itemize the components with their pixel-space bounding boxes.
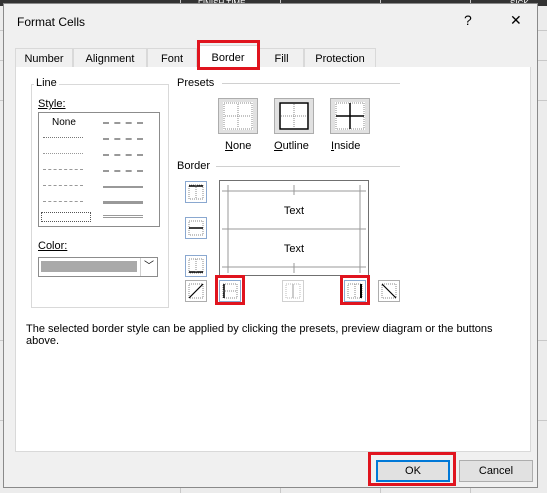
border-top-icon [188, 184, 204, 200]
border-diagonal-down-button[interactable] [378, 280, 400, 302]
presets-divider [222, 83, 400, 84]
tab-border[interactable]: Border [197, 45, 259, 70]
line-group-label: Line [34, 77, 59, 89]
line-style-dashed[interactable] [43, 201, 83, 202]
tab-fill[interactable]: Fill [259, 48, 304, 68]
border-middle-horizontal-button[interactable] [185, 217, 207, 239]
preset-outline-icon [279, 102, 309, 130]
tab-alignment[interactable]: Alignment [73, 48, 147, 68]
line-style-medium-dash-dot-dot[interactable] [103, 122, 143, 124]
preset-outline-button[interactable] [274, 98, 314, 134]
border-diagonal-down-icon [381, 283, 397, 299]
border-right-button[interactable] [344, 280, 366, 302]
border-left-icon [222, 283, 238, 299]
tab-number[interactable]: Number [15, 48, 73, 68]
border-middle-vertical-button[interactable] [282, 280, 304, 302]
preset-inside-label: Inside [331, 140, 361, 152]
format-cells-dialog: Format Cells ? ✕ Number Alignment Font B… [3, 3, 538, 488]
dialog-title: Format Cells [17, 15, 86, 29]
line-style-medium[interactable] [103, 186, 143, 188]
preset-inside-button[interactable] [330, 98, 370, 134]
chevron-down-icon[interactable]: ﹀ [140, 258, 157, 276]
style-label: Style: [38, 98, 66, 110]
tab-font[interactable]: Font [147, 48, 197, 68]
line-style-none[interactable]: None [52, 117, 76, 128]
presets-group-label: Presets [177, 77, 215, 89]
line-style-list[interactable]: None [38, 112, 160, 227]
preset-none-label: None [225, 140, 252, 152]
color-swatch [41, 261, 137, 272]
line-style-medium-dash-dot[interactable] [103, 154, 143, 156]
border-divider [216, 166, 400, 167]
line-style-double[interactable] [103, 215, 143, 218]
line-style-dash-dot[interactable] [43, 185, 83, 186]
border-left-button[interactable] [219, 280, 241, 302]
preview-text-bottom: Text [283, 243, 305, 255]
border-diagonal-up-button[interactable] [185, 280, 207, 302]
ok-button[interactable]: OK [376, 460, 450, 482]
line-style-medium-dashed[interactable] [103, 170, 143, 172]
help-button[interactable]: ? [464, 12, 472, 28]
border-bottom-icon [188, 258, 204, 274]
line-style-dash-dot-dot[interactable] [43, 169, 83, 170]
close-button[interactable]: ✕ [510, 12, 522, 28]
preset-outline-label: Outline [274, 140, 309, 152]
color-dropdown[interactable]: ﹀ [38, 257, 158, 277]
border-top-button[interactable] [185, 181, 207, 203]
color-label: Color: [38, 240, 68, 252]
preset-inside-icon [335, 102, 365, 130]
preview-text-top: Text [283, 205, 305, 217]
border-tab-panel: Line Style: None Color: ﹀ Presets None O… [15, 67, 531, 452]
line-style-hair[interactable] [43, 137, 83, 138]
border-diagonal-up-icon [188, 283, 204, 299]
line-style-thin-selected[interactable] [41, 212, 91, 222]
border-preview[interactable]: Text Text [219, 180, 369, 276]
border-middle-horizontal-icon [188, 220, 204, 236]
line-style-thick[interactable] [103, 201, 143, 204]
preset-none-icon [223, 102, 253, 130]
tab-protection[interactable]: Protection [304, 48, 376, 68]
cancel-button[interactable]: Cancel [459, 460, 533, 482]
preset-none-button[interactable] [218, 98, 258, 134]
line-style-dotted[interactable] [43, 153, 83, 154]
line-style-slanted-dash-dot[interactable] [103, 138, 143, 140]
border-right-icon [347, 283, 363, 299]
description-text: The selected border style can be applied… [26, 323, 493, 347]
border-group-label: Border [177, 160, 211, 172]
border-middle-vertical-icon [285, 283, 301, 299]
border-bottom-button[interactable] [185, 255, 207, 277]
